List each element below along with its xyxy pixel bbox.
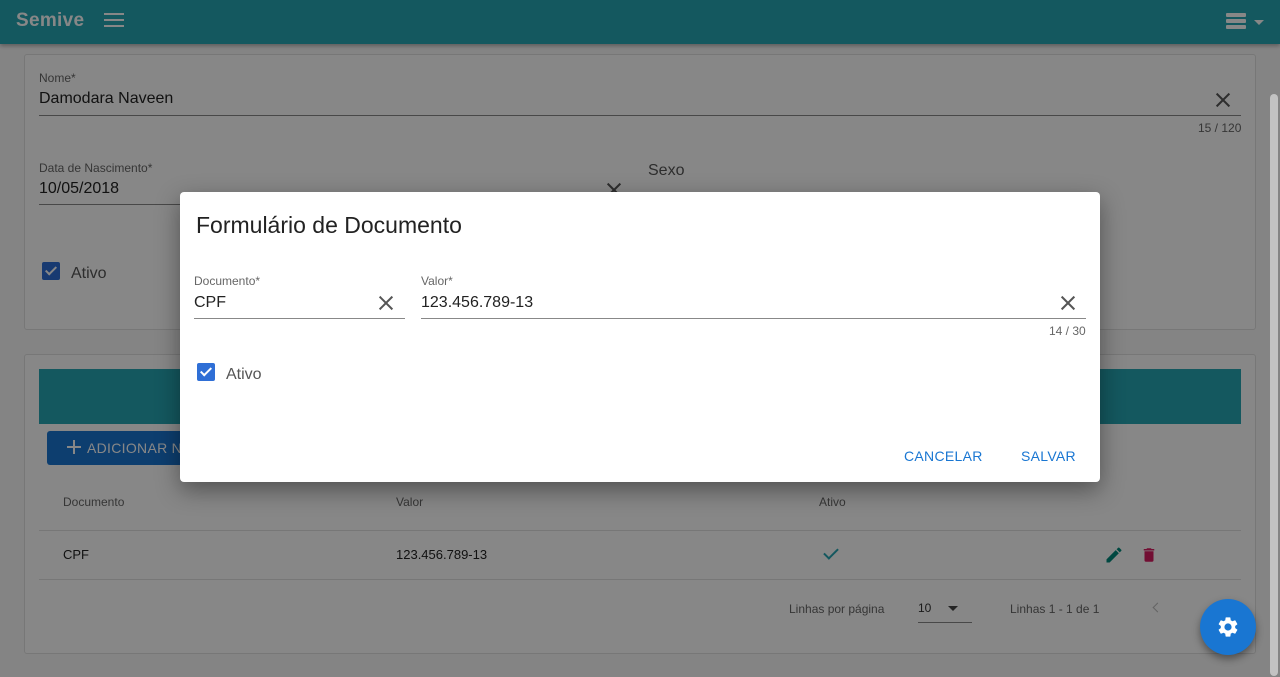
documento-clear-icon[interactable] (377, 294, 395, 312)
valor-label: Valor* (421, 274, 453, 288)
valor-input[interactable]: 123.456.789-13 (421, 294, 533, 312)
valor-counter: 14 / 30 (1049, 324, 1086, 338)
valor-underline (421, 318, 1086, 319)
cancel-button[interactable]: CANCELAR (904, 448, 983, 464)
documento-label: Documento* (194, 274, 261, 288)
page-scrollbar[interactable] (1270, 94, 1278, 676)
documento-select[interactable]: CPF (194, 294, 226, 312)
gear-icon (1218, 617, 1238, 637)
dialog-title: Formulário de Documento (196, 212, 462, 238)
save-button[interactable]: SALVAR (1021, 448, 1076, 464)
document-form-dialog: Formulário de Documento Documento* CPF V… (180, 192, 1100, 482)
dialog-ativo-checkbox[interactable] (197, 363, 215, 381)
settings-fab[interactable] (1200, 599, 1256, 655)
documento-underline (194, 318, 405, 319)
valor-clear-icon[interactable] (1059, 294, 1077, 312)
dialog-ativo-label: Ativo (226, 366, 262, 383)
